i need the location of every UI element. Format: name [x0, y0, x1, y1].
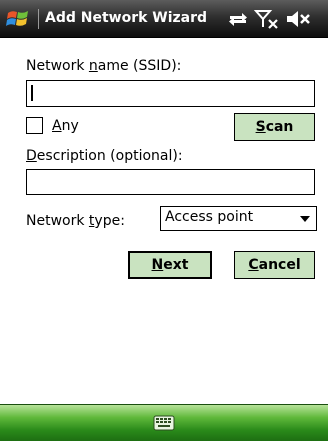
signal-off-icon[interactable] — [254, 8, 280, 30]
cancel-button[interactable]: Cancel — [234, 251, 315, 279]
any-label[interactable]: Any — [52, 118, 79, 134]
menu-bar — [0, 404, 328, 441]
title-bar: Add Network Wizard — [0, 0, 328, 38]
windows-start-icon[interactable] — [5, 5, 33, 33]
chevron-down-icon[interactable] — [300, 216, 310, 222]
network-type-label: Network type: — [26, 213, 125, 229]
description-label: Description (optional): — [26, 148, 183, 164]
keyboard-icon[interactable] — [153, 414, 175, 432]
network-name-label: Network name (SSID): — [26, 58, 182, 74]
text-caret — [31, 85, 33, 101]
scan-button[interactable]: Scan — [234, 113, 315, 141]
description-input[interactable] — [26, 169, 315, 195]
any-checkbox[interactable] — [26, 117, 43, 134]
network-type-select[interactable]: Access point — [160, 206, 317, 231]
connectivity-icon[interactable] — [226, 8, 250, 30]
network-name-input[interactable] — [26, 80, 315, 107]
next-button[interactable]: Next — [128, 251, 212, 279]
network-type-value: Access point — [165, 209, 254, 225]
title-separator — [38, 9, 39, 29]
volume-muted-icon[interactable] — [284, 8, 312, 30]
window-title: Add Network Wizard — [45, 10, 208, 26]
